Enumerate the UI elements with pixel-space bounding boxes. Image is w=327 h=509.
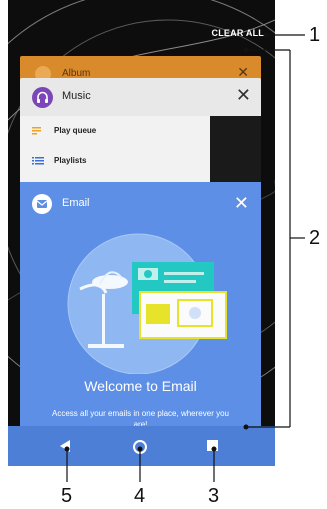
- close-icon[interactable]: ✕: [236, 85, 251, 105]
- list-item[interactable]: Playlists: [32, 156, 86, 165]
- list-item[interactable]: Play queue: [32, 126, 96, 135]
- list-item-label: Playlists: [54, 156, 87, 165]
- back-icon: [60, 440, 70, 452]
- welcome-heading: Welcome to Email: [84, 378, 197, 394]
- navigation-bar: [8, 426, 275, 466]
- recent-apps-button[interactable]: [207, 440, 221, 454]
- music-icon: [32, 87, 53, 108]
- phone-screen: CLEAR ALL Album ✕ Music ✕ Play queue Pla…: [8, 0, 275, 466]
- home-icon: [133, 440, 147, 454]
- callout-3: 3: [208, 485, 220, 507]
- callout-1: 1: [309, 24, 321, 46]
- callout-4: 4: [134, 485, 146, 507]
- recent-card-music[interactable]: Music ✕ Play queue Playlists: [20, 78, 261, 188]
- card-preview: Play queue Playlists: [20, 116, 261, 188]
- music-menu: Play queue Playlists: [20, 116, 210, 188]
- recent-card-email[interactable]: Email ✕ Welcome to Email Access all your…: [20, 182, 261, 466]
- card-header: Music ✕: [20, 78, 261, 116]
- card-title: Email: [62, 197, 90, 209]
- home-button[interactable]: [133, 440, 147, 454]
- playlists-icon: [32, 156, 44, 165]
- close-icon[interactable]: ✕: [234, 193, 249, 213]
- email-welcome-illustration: [67, 233, 227, 374]
- callout-2: 2: [309, 227, 321, 249]
- recent-apps-icon: [207, 440, 218, 451]
- card-title: Music: [62, 90, 91, 102]
- back-button[interactable]: [60, 440, 74, 454]
- play-queue-icon: [32, 126, 44, 135]
- callout-5: 5: [61, 485, 73, 507]
- email-icon: [32, 194, 52, 214]
- clear-all-button[interactable]: CLEAR ALL: [212, 28, 264, 38]
- list-item-label: Play queue: [54, 126, 97, 135]
